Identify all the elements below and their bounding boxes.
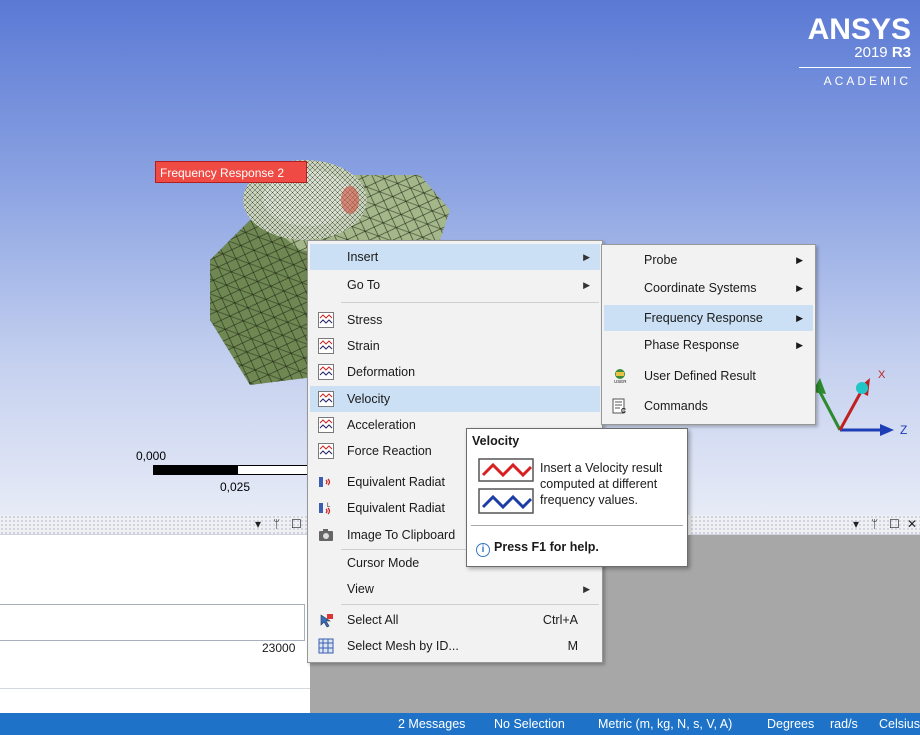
menu-item-go-to[interactable]: Go To ▶ xyxy=(310,272,600,298)
submenu-arrow-icon: ▶ xyxy=(583,252,590,262)
menu-item-velocity[interactable]: Velocity xyxy=(310,386,600,412)
tooltip-title: Velocity xyxy=(472,434,520,448)
pin-icon[interactable]: ᛘ xyxy=(273,517,280,531)
status-selection[interactable]: No Selection xyxy=(494,717,565,731)
submenu-arrow-icon: ▶ xyxy=(583,280,590,290)
brand-version: 2019 R3 xyxy=(799,44,911,61)
submenu-item-user-defined-result[interactable]: USER User Defined Result xyxy=(604,363,813,389)
commands-icon: C xyxy=(612,398,626,414)
status-angle-unit[interactable]: Degrees xyxy=(767,717,814,731)
details-pane xyxy=(0,535,310,713)
status-temperature-unit[interactable]: Celsius xyxy=(879,717,920,731)
scale-mid-value: 0,025 xyxy=(220,480,251,494)
result-icon xyxy=(318,391,334,407)
menu-item-select-all[interactable]: Select All Ctrl+A xyxy=(310,607,600,633)
brand-name: ANSYS xyxy=(807,13,911,46)
scale-ruler: 0,000 0,025 xyxy=(120,447,320,497)
svg-text:L: L xyxy=(327,503,331,509)
info-icon: i xyxy=(476,543,490,557)
radiated-power-icon xyxy=(319,477,331,487)
close-icon[interactable]: ✕ xyxy=(907,517,917,531)
status-angular-velocity-unit[interactable]: rad/s xyxy=(830,717,858,731)
submenu-item-frequency-response[interactable]: Frequency Response ▶ xyxy=(604,305,813,331)
brand-version-release: R3 xyxy=(891,44,911,61)
camera-icon xyxy=(319,529,333,541)
insert-submenu: Probe ▶ Coordinate Systems ▶ Frequency R… xyxy=(601,244,816,425)
result-label[interactable]: Frequency Response 2 xyxy=(155,161,307,183)
details-pane-toolbar: ▾ ᛘ ☐ xyxy=(0,515,310,535)
maximize-icon[interactable]: ☐ xyxy=(889,517,900,531)
graph-pane-toolbar: ▾ ᛘ ☐ ✕ xyxy=(690,515,920,535)
submenu-arrow-icon: ▶ xyxy=(796,340,803,350)
result-icon xyxy=(318,443,334,459)
submenu-item-phase-response[interactable]: Phase Response ▶ xyxy=(604,332,813,358)
result-icon xyxy=(318,417,334,433)
dropdown-arrow-icon[interactable]: ▾ xyxy=(255,517,261,531)
scale-start-value: 0,000 xyxy=(136,449,167,463)
tooltip-description: Insert a Velocity result computed at dif… xyxy=(540,461,663,507)
result-icon xyxy=(318,338,334,354)
brand-edition: ACADEMIC xyxy=(823,74,911,88)
velocity-tooltip: Velocity Insert a Velocity result comput… xyxy=(466,428,688,567)
svg-text:X: X xyxy=(878,369,886,381)
brand-divider xyxy=(799,67,911,68)
user-defined-result-icon: USER xyxy=(614,369,627,384)
menu-item-select-mesh-by-id[interactable]: Select Mesh by ID... M xyxy=(310,633,600,659)
menu-item-view[interactable]: View ▶ xyxy=(310,576,600,602)
submenu-item-coordinate-systems[interactable]: Coordinate Systems ▶ xyxy=(604,275,813,301)
submenu-item-commands[interactable]: C Commands xyxy=(604,393,813,419)
menu-item-strain[interactable]: Strain xyxy=(310,333,600,359)
submenu-arrow-icon: ▶ xyxy=(796,313,803,323)
radiated-power-level-icon: L xyxy=(319,503,331,515)
tooltip-help: i Press F1 for help. xyxy=(476,540,599,557)
submenu-arrow-icon: ▶ xyxy=(796,283,803,293)
details-value: 23000 xyxy=(262,641,296,655)
scale-bar xyxy=(153,465,313,475)
brand-version-year: 2019 xyxy=(854,44,888,61)
dropdown-arrow-icon[interactable]: ▾ xyxy=(853,517,859,531)
menu-item-deformation[interactable]: Deformation xyxy=(310,359,600,385)
pin-icon[interactable]: ᛘ xyxy=(871,517,878,531)
result-icon xyxy=(318,364,334,380)
menu-item-insert[interactable]: Insert ▶ xyxy=(310,244,600,270)
ansys-brand: ANSYS 2019 R3 ACADEMIC xyxy=(799,13,911,88)
submenu-arrow-icon: ▶ xyxy=(583,584,590,594)
select-all-icon xyxy=(320,614,333,628)
submenu-item-probe[interactable]: Probe ▶ xyxy=(604,247,813,273)
status-bar: 2 Messages No Selection Metric (m, kg, N… xyxy=(0,713,920,735)
details-field[interactable] xyxy=(0,604,305,641)
triad-z-label: Z xyxy=(900,423,907,437)
submenu-arrow-icon: ▶ xyxy=(796,255,803,265)
svg-text:C: C xyxy=(621,408,626,414)
menu-item-stress[interactable]: Stress xyxy=(310,307,600,333)
velocity-result-icon xyxy=(478,458,534,514)
result-icon xyxy=(318,312,334,328)
svg-text:USER: USER xyxy=(614,379,627,384)
status-messages[interactable]: 2 Messages xyxy=(398,717,465,731)
mesh-id-icon xyxy=(318,638,334,654)
status-unit-system[interactable]: Metric (m, kg, N, s, V, A) xyxy=(598,717,732,731)
maximize-icon[interactable]: ☐ xyxy=(291,517,302,531)
